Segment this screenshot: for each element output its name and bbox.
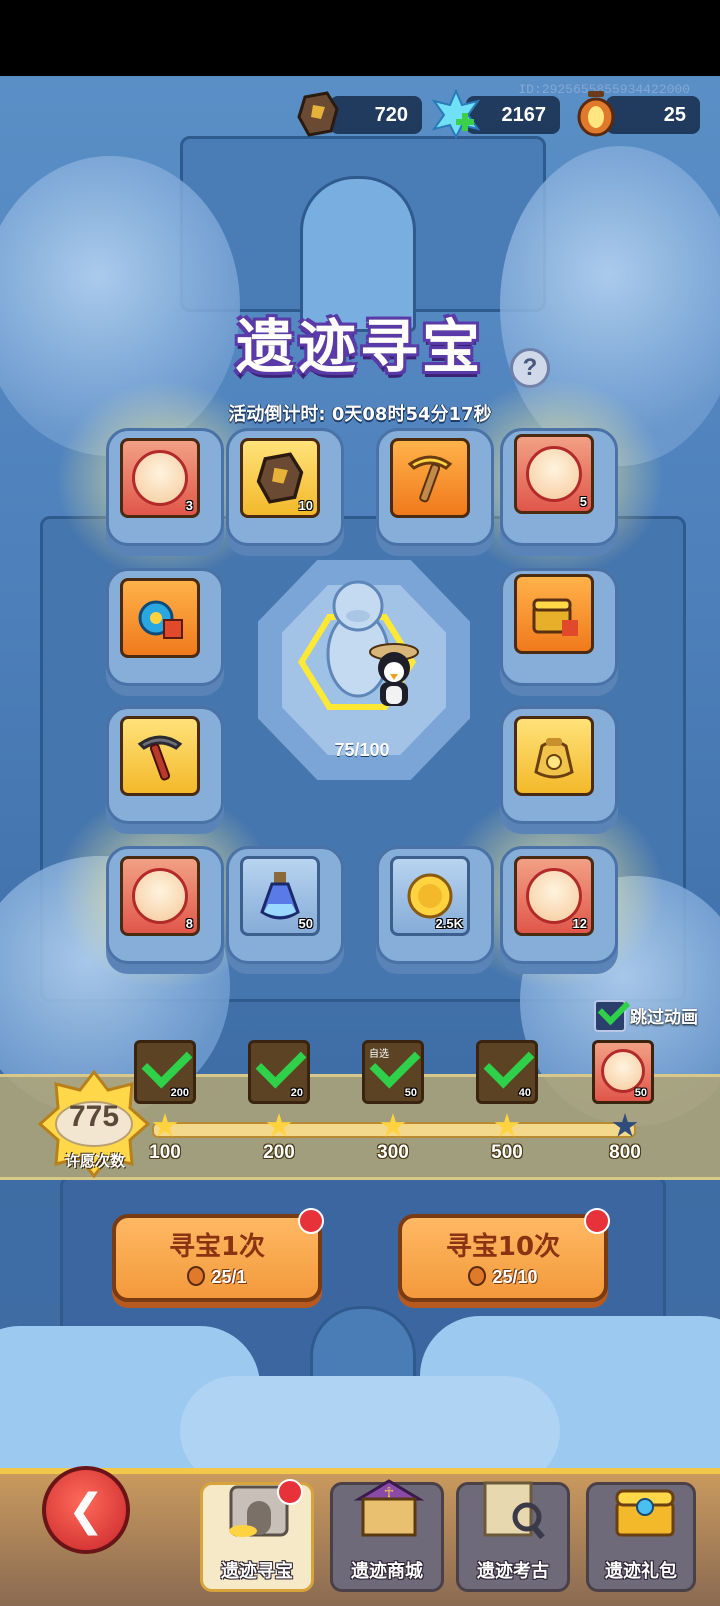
- milestone-reward[interactable]: 50: [592, 1040, 654, 1104]
- milestone-reward-qty: 20: [290, 1087, 303, 1099]
- relic-fragment-counter: 720: [330, 96, 422, 134]
- search-ten-cost-value: 25/10: [492, 1267, 538, 1287]
- relic-fragment-count: 720: [374, 103, 408, 126]
- milestone-reward[interactable]: 40: [476, 1040, 538, 1104]
- tab-relic-archaeology[interactable]: 遗迹考古: [456, 1481, 570, 1592]
- reward-slot-hero[interactable]: 8: [120, 856, 200, 936]
- reward-slot-golden-pickaxe[interactable]: [390, 438, 470, 518]
- back-button[interactable]: ❮: [42, 1466, 130, 1554]
- milestone-threshold: 500: [491, 1142, 523, 1163]
- reward-slot-skill[interactable]: [120, 578, 200, 658]
- hero-portrait-icon: [132, 450, 188, 506]
- notification-dot: [277, 1479, 303, 1505]
- lantern-count: 25: [663, 103, 686, 126]
- reward-slot-chest[interactable]: [514, 574, 594, 654]
- slot-qty: 8: [185, 916, 193, 931]
- reward-slot-hero[interactable]: 12: [514, 856, 594, 936]
- tab-relic-shop[interactable]: ☥ 遗迹商城: [330, 1479, 444, 1592]
- reward-slot-hero[interactable]: 3: [120, 438, 200, 518]
- potion-icon: [260, 872, 300, 920]
- lantern-icon: [187, 1266, 206, 1286]
- explorer-penguin-icon: [369, 643, 419, 706]
- hero-portrait-icon: [526, 446, 582, 502]
- stone-fragment-icon: [256, 452, 304, 504]
- milestone-threshold: 200: [263, 1142, 295, 1163]
- tab-label: 遗迹寻宝: [221, 1561, 293, 1582]
- event-title: 遗迹寻宝: [235, 313, 484, 381]
- milestone-threshold: 800: [609, 1142, 641, 1163]
- slot-qty: 12: [572, 916, 587, 931]
- slot-qty: 5: [579, 494, 587, 509]
- reward-slot-gold-coin[interactable]: 2.5K: [390, 856, 470, 936]
- milestone-reward-qty: 200: [170, 1087, 189, 1099]
- search-once-label: 寻宝1次: [168, 1232, 266, 1262]
- search-ten-cost: 25/10: [402, 1266, 604, 1288]
- milestone-reward-qty: 40: [518, 1087, 531, 1099]
- wish-count-label: 许愿次数: [64, 1152, 125, 1170]
- map-magnifier-icon: [475, 1469, 555, 1549]
- slot-qty: 10: [298, 498, 313, 513]
- notification-dot: [584, 1208, 610, 1234]
- golden-pickaxe-icon: [407, 455, 453, 503]
- lantern-counter: 25: [606, 96, 700, 134]
- search-once-cost-value: 25/1: [211, 1267, 247, 1287]
- crystal-count: 2167: [501, 103, 547, 126]
- notification-dot: [298, 1208, 324, 1234]
- gold-coin-icon: [407, 873, 453, 919]
- shop-stall-icon: ☥: [349, 1469, 429, 1549]
- milestone-reward-qty: 50: [634, 1087, 647, 1099]
- gold-pouch-icon: [534, 738, 574, 779]
- tab-relic-gift-pack[interactable]: 遗迹礼包: [586, 1482, 696, 1592]
- iron-pickaxe-icon: [137, 735, 183, 781]
- reward-slot-fragment[interactable]: 10: [240, 438, 320, 518]
- skip-animation-checkbox[interactable]: [594, 992, 631, 1032]
- search-once-cost: 25/1: [116, 1266, 318, 1288]
- lantern-icon: [468, 1266, 487, 1286]
- search-ten-button[interactable]: 寻宝10次 25/10: [398, 1208, 610, 1302]
- milestone-reward-qty: 50: [404, 1087, 417, 1099]
- svg-text:☥: ☥: [384, 1485, 394, 1501]
- milestone-reward[interactable]: 20: [248, 1040, 310, 1104]
- tab-label: 遗迹考古: [477, 1561, 549, 1582]
- hero-skill-icon: [138, 600, 183, 639]
- stone-fragment-icon: [294, 88, 342, 140]
- dig-progress: 75/100: [334, 740, 390, 760]
- milestone-threshold: 300: [377, 1142, 409, 1163]
- tab-relic-treasure[interactable]: 遗迹寻宝: [200, 1479, 314, 1592]
- crystal-counter: 2167: [466, 96, 560, 134]
- tab-label: 遗迹礼包: [605, 1561, 677, 1582]
- hero-portrait-icon: [132, 868, 188, 924]
- tab-label: 遗迹商城: [351, 1561, 423, 1582]
- treasure-chest-icon: [532, 598, 578, 636]
- search-ten-label: 寻宝10次: [445, 1232, 561, 1262]
- reward-slot-hero[interactable]: 5: [514, 434, 594, 514]
- slot-qty: 50: [298, 916, 313, 931]
- skip-animation-label[interactable]: 跳过动画: [630, 1003, 698, 1028]
- wish-count: 775: [68, 1100, 120, 1133]
- reward-slot-iron-pickaxe[interactable]: [120, 716, 200, 796]
- lantern-icon: [572, 88, 620, 140]
- search-once-button[interactable]: 寻宝1次 25/1: [112, 1208, 324, 1302]
- reward-slot-potion[interactable]: 50: [240, 856, 320, 936]
- slot-qty: 2.5K: [435, 916, 463, 931]
- milestone-reward[interactable]: 自选 50: [362, 1040, 424, 1104]
- slot-qty: 3: [185, 498, 193, 513]
- reward-slot-gold-pouch[interactable]: [514, 716, 594, 796]
- back-arrow-icon: ❮: [67, 1484, 105, 1536]
- gift-chest-icon: [605, 1469, 685, 1549]
- crystal-plus-icon[interactable]: [432, 88, 480, 140]
